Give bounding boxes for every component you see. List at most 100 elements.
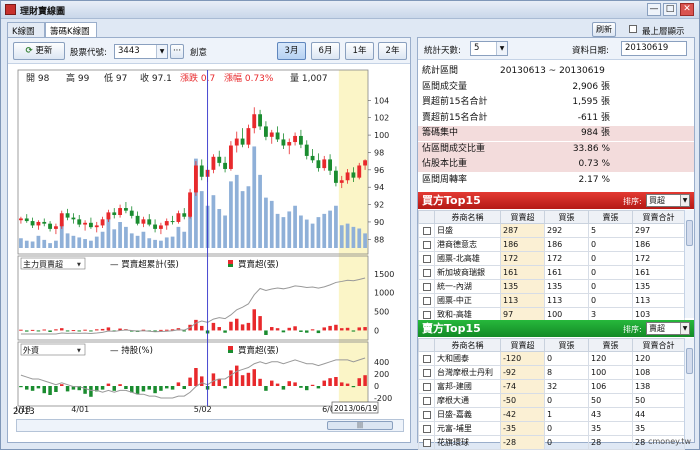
title-bar[interactable]: 理財寶線圖 — □ ✕ [1, 1, 699, 19]
buy-table-scrollbar[interactable] [684, 210, 694, 318]
checkbox-cell[interactable] [418, 223, 435, 238]
checkbox-cell[interactable] [418, 265, 435, 280]
refresh-label: 更新 [35, 46, 53, 56]
scroll-thumb[interactable] [686, 220, 693, 246]
table-row[interactable]: 國票-北高雄 172 172 0 172 [418, 251, 685, 266]
days-select[interactable]: 5 ▼ [470, 41, 508, 56]
checkbox-cell[interactable] [418, 351, 435, 366]
column-header[interactable]: 買張 [544, 338, 589, 352]
checkbox-cell[interactable] [418, 379, 435, 394]
scroll-thumb[interactable] [686, 348, 693, 374]
column-header[interactable]: 買賣超 [500, 338, 545, 352]
column-header[interactable] [418, 210, 435, 224]
column-header[interactable]: 買賣合計 [632, 338, 685, 352]
candle-body [77, 219, 82, 225]
column-header[interactable]: 買賣合計 [632, 210, 685, 224]
row-checkbox[interactable] [422, 382, 431, 391]
column-header[interactable]: 賣張 [588, 210, 633, 224]
volume-bar [71, 235, 76, 248]
table-cell: 135 [632, 279, 685, 294]
table-row[interactable]: 元富-埔里 -35 0 35 35 [418, 421, 685, 436]
table-cell: 108 [632, 365, 685, 380]
candle-body [281, 139, 286, 146]
table-row[interactable]: 花旗環球 -28 0 28 28 [418, 435, 685, 450]
row-checkbox[interactable] [422, 240, 431, 249]
column-header[interactable]: 券商名稱 [434, 210, 501, 224]
period-6m-button[interactable]: 6月 [311, 42, 340, 60]
chevron-down-icon[interactable]: ▼ [156, 45, 167, 58]
ohlc-field: 開 98 [26, 73, 50, 84]
table-row[interactable]: 富邦-建國 -74 32 106 138 [418, 379, 685, 394]
close-button[interactable]: ✕ [680, 3, 694, 16]
checkbox-cell[interactable] [418, 393, 435, 408]
table-row[interactable]: 大和國泰 -120 0 120 120 [418, 351, 685, 366]
chevron-down-icon[interactable]: ▼ [680, 323, 689, 334]
small-refresh-button[interactable]: 刷新 [592, 22, 616, 37]
column-header[interactable]: 買張 [544, 210, 589, 224]
buy-sort-select[interactable]: 買超 ▼ [646, 194, 690, 207]
netbuy-bar [310, 329, 315, 331]
stats-row: 統計區間 20130613 ~ 20130619 [418, 64, 694, 79]
row-checkbox[interactable] [422, 438, 431, 447]
row-checkbox[interactable] [422, 282, 431, 291]
tab-chip-k-chart[interactable]: 籌碼K線圖 [45, 22, 97, 38]
row-checkbox[interactable] [422, 424, 431, 433]
row-checkbox[interactable] [422, 226, 431, 235]
sell-table-scrollbar[interactable] [684, 338, 694, 442]
date-input[interactable]: 20130619 [621, 41, 687, 56]
chevron-down-icon[interactable]: ▼ [496, 42, 507, 55]
table-row[interactable]: 港商德意志 186 186 0 186 [418, 237, 685, 252]
row-checkbox[interactable] [422, 268, 431, 277]
table-cell: 0 [588, 293, 633, 308]
checkbox-cell[interactable] [418, 279, 435, 294]
row-checkbox[interactable] [422, 296, 431, 305]
checkbox-cell[interactable] [418, 237, 435, 252]
table-row[interactable]: 統一-內湖 135 135 0 135 [418, 279, 685, 294]
sell-sort-select[interactable]: 賣超 ▼ [646, 322, 690, 335]
column-header[interactable]: 買賣超 [500, 210, 545, 224]
period-2y-button[interactable]: 2年 [378, 42, 407, 60]
row-checkbox[interactable] [422, 368, 431, 377]
stats-key: 佔股本比重 [422, 159, 468, 169]
table-row[interactable]: 國票-中正 113 113 0 113 [418, 293, 685, 308]
stock-chart[interactable]: 104 102 100 98 96 94 92 90 88 開 98 高 99 低 97 收 97.1 漲… [13, 68, 404, 414]
table-cell: 43 [588, 407, 633, 422]
stock-search-button[interactable]: ··· [170, 44, 184, 59]
row-checkbox[interactable] [422, 310, 431, 319]
table-row[interactable]: 日盛 287 292 5 297 [418, 223, 685, 238]
checkbox-cell[interactable] [418, 293, 435, 308]
foreign-bar [310, 384, 315, 386]
checkbox-cell[interactable] [418, 407, 435, 422]
chart-area[interactable]: 104 102 100 98 96 94 92 90 88 開 98 高 99 低 97 收 97.1 漲… [13, 68, 404, 414]
chevron-down-icon[interactable]: ▼ [680, 195, 689, 206]
tab-k-chart[interactable]: K線圖 [7, 22, 45, 38]
row-checkbox[interactable] [422, 396, 431, 405]
minimize-button[interactable]: — [647, 3, 661, 16]
panel2-bar-label: 買賣超(張) [238, 259, 279, 270]
period-1y-button[interactable]: 1年 [345, 42, 374, 60]
stock-code-select[interactable]: 3443 ▼ [114, 44, 168, 59]
column-header[interactable] [418, 338, 435, 352]
table-row[interactable]: 台灣摩根士丹利 -92 8 100 108 [418, 365, 685, 380]
table-row[interactable]: 新加坡商瑞銀 161 161 0 161 [418, 265, 685, 280]
maximize-button[interactable]: □ [663, 3, 677, 16]
checkbox-cell[interactable] [418, 421, 435, 436]
chart-horizontal-scrollbar[interactable]: ||| [16, 419, 404, 432]
scroll-thumb[interactable]: ||| [327, 421, 393, 430]
foreign-bar [153, 386, 157, 394]
refresh-button[interactable]: ⟳ 更新 [13, 42, 65, 60]
checkbox-cell[interactable] [418, 435, 435, 450]
period-3m-button[interactable]: 3月 [277, 42, 306, 60]
checkbox-cell[interactable] [418, 251, 435, 266]
row-checkbox[interactable] [422, 410, 431, 419]
volume-bar [153, 239, 157, 248]
candle-body [100, 219, 105, 226]
checkbox-cell[interactable] [418, 365, 435, 380]
row-checkbox[interactable] [422, 354, 431, 363]
table-row[interactable]: 日盛-嘉義 -42 1 43 44 [418, 407, 685, 422]
column-header[interactable]: 賣張 [588, 338, 633, 352]
table-row[interactable]: 摩根大通 -50 0 50 50 [418, 393, 685, 408]
topmost-checkbox[interactable] [629, 25, 637, 33]
row-checkbox[interactable] [422, 254, 431, 263]
column-header[interactable]: 券商名稱 [434, 338, 501, 352]
